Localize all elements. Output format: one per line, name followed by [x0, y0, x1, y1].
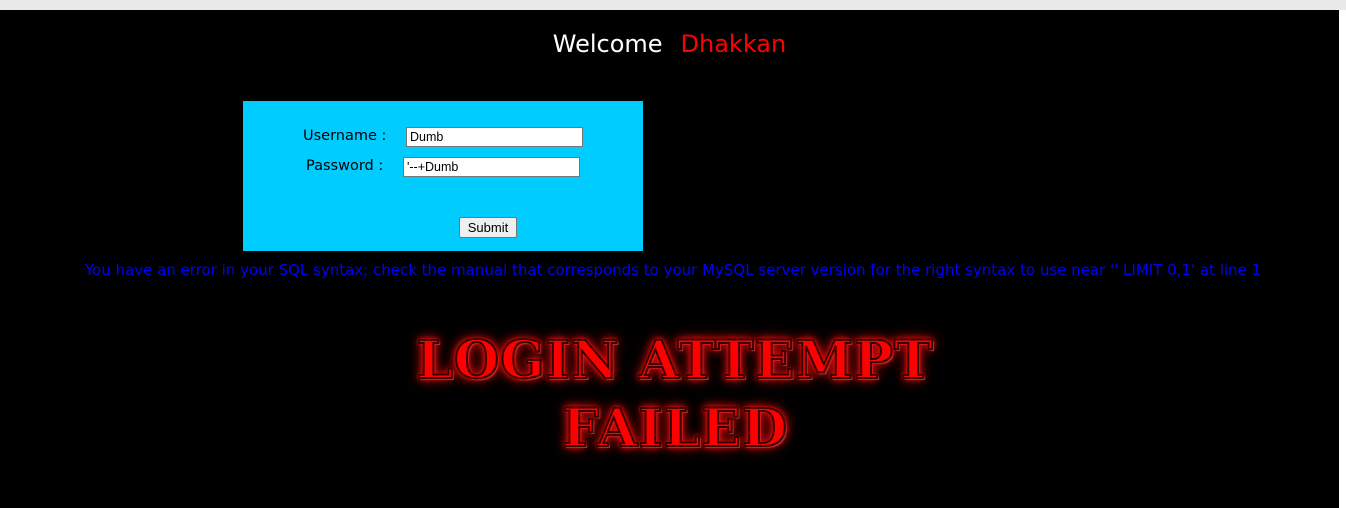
- page-right-edge: [1339, 10, 1346, 508]
- sql-error-message: You have an error in your SQL syntax; ch…: [84, 261, 1262, 279]
- login-form: Username : Dumb Password : '--+Dumb Subm…: [243, 101, 643, 251]
- username-input[interactable]: Dumb: [406, 127, 583, 147]
- login-failed-line-2: FAILED: [330, 397, 1020, 460]
- submit-button[interactable]: Submit: [459, 217, 517, 238]
- password-label: Password :: [306, 158, 384, 174]
- browser-top-strip: [0, 0, 1346, 10]
- welcome-name: Dhakkan: [680, 30, 787, 58]
- password-input[interactable]: '--+Dumb: [403, 157, 580, 177]
- login-failed-line-1: LOGIN ATTEMPT: [330, 329, 1020, 392]
- login-failed-banner: LOGIN ATTEMPT FAILED: [330, 320, 1020, 470]
- welcome-text: Welcome: [552, 30, 663, 58]
- username-label: Username :: [303, 128, 387, 144]
- welcome-heading: Welcome Dhakkan: [0, 30, 1339, 58]
- page-body: Welcome Dhakkan Username : Dumb Password …: [0, 10, 1339, 508]
